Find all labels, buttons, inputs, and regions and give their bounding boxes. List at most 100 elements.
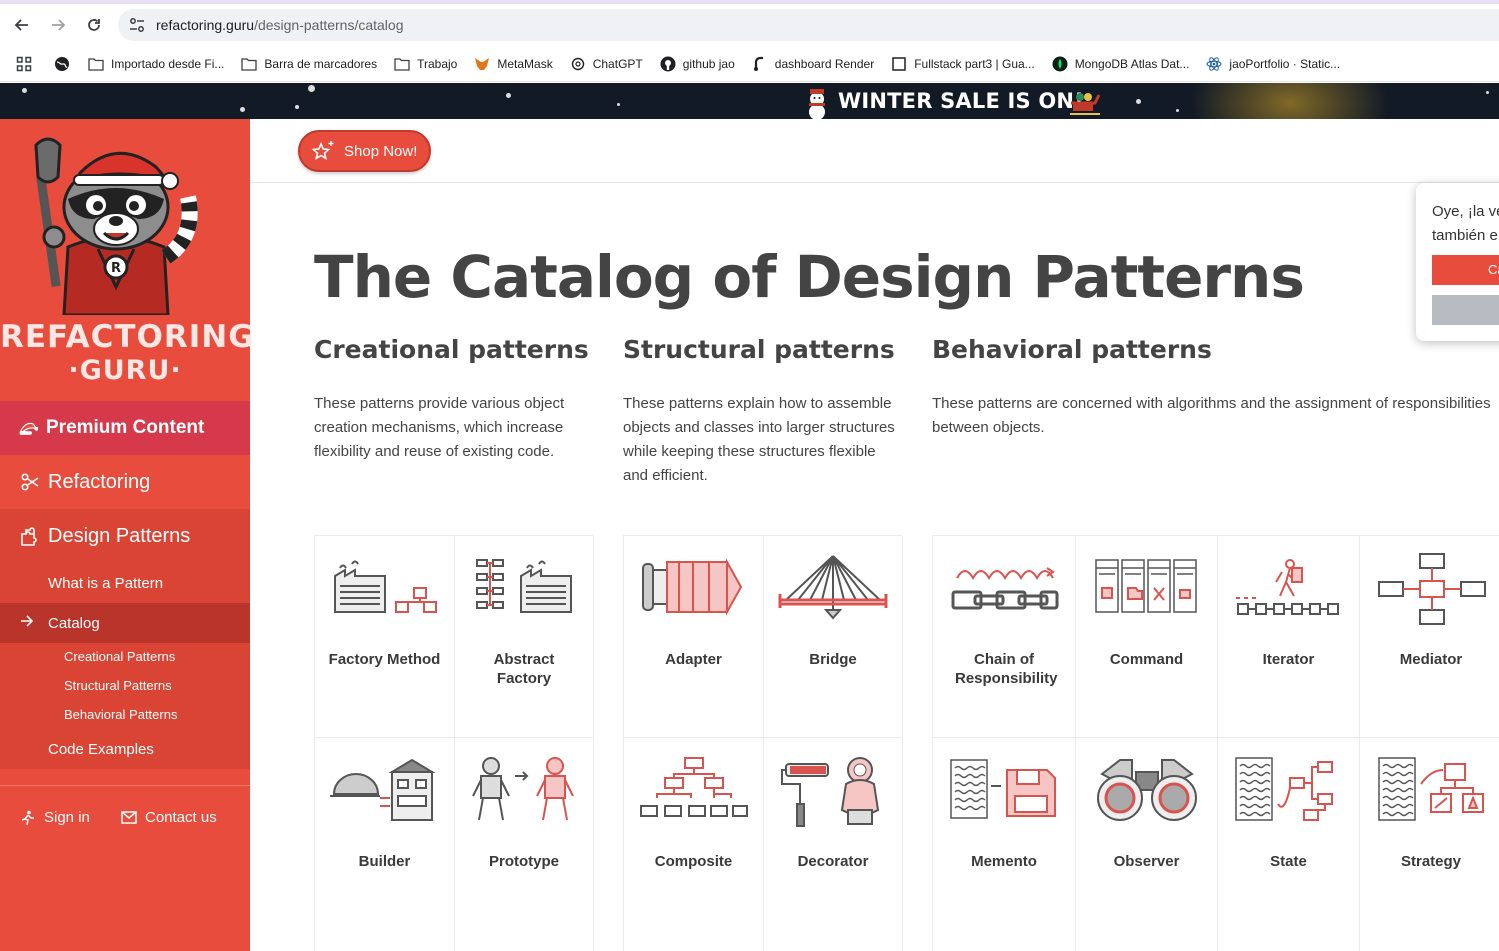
- description-line: and efficient.: [623, 467, 708, 484]
- pattern-card-state[interactable]: State: [1218, 738, 1360, 951]
- sleigh-icon: [1070, 93, 1101, 115]
- notice-popup: Oye, ¡la ve también e Ca: [1416, 183, 1499, 341]
- iterator-icon: [1235, 559, 1339, 615]
- pattern-card-chain-of-responsibility[interactable]: Chain of Responsibility: [933, 536, 1076, 738]
- pattern-card-observer[interactable]: Observer: [1076, 738, 1218, 951]
- sidebar-item-label: What is a Pattern: [48, 574, 164, 592]
- reload-button[interactable]: [80, 11, 108, 39]
- chain-of-responsibility-icon: [951, 567, 1059, 610]
- pattern-card-mediator[interactable]: Mediator: [1360, 536, 1499, 738]
- back-button[interactable]: [8, 11, 36, 39]
- bookmark-label: dashboard Render: [774, 56, 875, 71]
- pattern-card-command[interactable]: Command: [1076, 536, 1218, 738]
- pattern-card-label: Chain of Responsibility: [955, 651, 1058, 687]
- apps-button[interactable]: [16, 56, 32, 72]
- bookmark-label: Barra de marcadores: [264, 56, 378, 71]
- sidebar-item-design-patterns[interactable]: Design Patterns: [0, 509, 250, 563]
- bookmark-item[interactable]: Barra de marcadores: [241, 56, 377, 72]
- pattern-card-strategy[interactable]: Strategy: [1360, 738, 1499, 951]
- snowflake-icon: [1136, 99, 1141, 104]
- sidebar-item-what-is-a-pattern[interactable]: What is a Pattern: [0, 563, 250, 603]
- pattern-card-label: State: [1270, 853, 1307, 870]
- snowflake-icon: [506, 93, 511, 98]
- pattern-card-bridge[interactable]: Bridge: [764, 536, 903, 738]
- description-line: creation mechanisms, which increase: [314, 419, 564, 436]
- pattern-card-adapter[interactable]: Adapter: [624, 536, 764, 738]
- creational-description: These patterns provide various object cr…: [314, 392, 604, 464]
- snowflake-icon: [240, 107, 245, 112]
- bookmark-item[interactable]: github jao: [660, 56, 735, 72]
- site-settings-icon[interactable]: [128, 16, 146, 34]
- sidebar-divider: [0, 785, 250, 786]
- bookmark-item[interactable]: ChatGPT: [570, 56, 643, 72]
- sidebar-item-creational-patterns[interactable]: Creational Patterns: [64, 649, 175, 664]
- pattern-card-label: Command: [1109, 651, 1184, 668]
- logo[interactable]: R REFACTORING ·GURU·: [0, 119, 254, 401]
- popup-primary-button[interactable]: Ca: [1432, 255, 1499, 285]
- arrow-left-icon: [14, 19, 28, 31]
- pattern-card-abstract-factory[interactable]: Abstract Factory: [455, 536, 594, 738]
- apps-grid-icon: [16, 56, 32, 71]
- bookmark-item[interactable]: MetaMask: [474, 56, 553, 72]
- scissors-icon: [20, 473, 40, 491]
- metamask-icon: [474, 56, 490, 72]
- popup-line: Oye, ¡la ve: [1432, 203, 1499, 220]
- sidebar-item-code-examples[interactable]: Code Examples: [0, 734, 250, 764]
- shop-now-button[interactable]: Shop Now!: [298, 130, 431, 172]
- description-line: flexibility and reuse of existing code.: [314, 443, 555, 460]
- pattern-card-prototype[interactable]: Prototype: [455, 738, 594, 951]
- bookmark-item[interactable]: Fullstack part3 | Gua...: [891, 56, 1035, 72]
- description-line: These patterns provide various object: [314, 395, 565, 412]
- snowman-icon: [809, 89, 825, 119]
- sidebar-item-label: Design Patterns: [48, 524, 191, 547]
- forward-button[interactable]: [44, 11, 72, 39]
- bookmark-item[interactable]: Trabajo: [394, 56, 457, 72]
- bookmark-item[interactable]: MongoDB Atlas Dat...: [1052, 56, 1189, 72]
- pattern-card-decorator[interactable]: Decorator: [764, 738, 903, 951]
- description-line: These patterns explain how to assemble: [623, 395, 892, 412]
- sidebar-item-refactoring[interactable]: Refactoring: [0, 455, 250, 509]
- description-line: between objects.: [932, 419, 1045, 436]
- pattern-card-label: Decorator: [797, 853, 869, 870]
- sign-in-link[interactable]: Sign in: [20, 809, 90, 826]
- bookmark-item[interactable]: jaoPortfolio · Static...: [1206, 56, 1340, 72]
- bookmark-label: ChatGPT: [592, 56, 643, 71]
- bookmark-label: Trabajo: [417, 56, 458, 71]
- sidebar-item-label: Refactoring: [48, 470, 151, 493]
- folder-icon: [241, 56, 258, 72]
- popup-secondary-button[interactable]: [1432, 295, 1499, 325]
- contact-us-link[interactable]: Contact us: [121, 809, 217, 826]
- popup-line: también e: [1432, 227, 1498, 244]
- pattern-card-label: Mediator: [1399, 651, 1463, 668]
- pattern-card-factory-method[interactable]: Factory Method: [315, 536, 455, 738]
- winter-sale-banner[interactable]: WINTER SALE IS ON!: [0, 83, 1499, 119]
- pattern-card-iterator[interactable]: Iterator: [1218, 536, 1360, 738]
- abstract-factory-icon: [476, 559, 572, 613]
- pattern-card-composite[interactable]: Composite: [624, 738, 764, 951]
- composite-icon: [639, 757, 748, 817]
- bridge-icon: [778, 555, 888, 620]
- sidebar-item-behavioral-patterns[interactable]: Behavioral Patterns: [64, 707, 177, 722]
- bookmark-label: MetaMask: [497, 56, 553, 71]
- address-bar[interactable]: refactoring.guru/design-patterns/catalog: [118, 9, 1499, 41]
- globe-icon: [55, 56, 69, 71]
- sidebar-item-catalog[interactable]: Catalog: [0, 603, 250, 643]
- bookmark-label: Fullstack part3 | Gua...: [914, 56, 1035, 71]
- sidebar-item-label: Code Examples: [48, 740, 154, 758]
- sidebar: R REFACTORING ·GURU· Premium Content Ref…: [0, 119, 254, 951]
- star-icon: [310, 139, 336, 163]
- shop-now-label: Shop Now!: [344, 142, 418, 160]
- bookmark-globe[interactable]: [54, 56, 70, 72]
- chatgpt-icon: [570, 56, 586, 72]
- adapter-icon: [641, 558, 742, 616]
- sign-in-icon: [20, 810, 36, 826]
- sidebar-item-structural-patterns[interactable]: Structural Patterns: [64, 678, 172, 693]
- bookmark-item[interactable]: dashboard Render: [752, 56, 874, 72]
- sidebar-item-premium[interactable]: Premium Content: [0, 401, 250, 455]
- browser-toolbar: refactoring.guru/design-patterns/catalog: [0, 4, 1499, 46]
- bookmark-item[interactable]: Importado desde Fi...: [88, 56, 224, 72]
- react-icon: [1206, 56, 1222, 72]
- decorator-icon: [781, 757, 880, 827]
- pattern-card-memento[interactable]: Memento: [933, 738, 1076, 951]
- pattern-card-builder[interactable]: Builder: [315, 738, 455, 951]
